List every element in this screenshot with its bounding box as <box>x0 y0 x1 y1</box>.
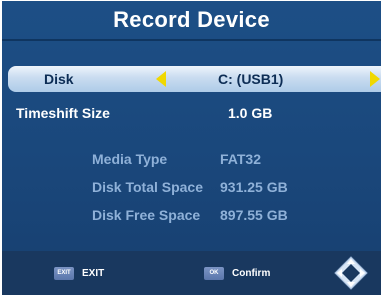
disk-free-space-value: 897.55 GB <box>220 207 288 223</box>
disk-label: Disk <box>44 71 74 87</box>
screen: Record Device Disk C: (USB1) Timeshift S… <box>0 0 383 299</box>
disk-row[interactable]: Disk C: (USB1) <box>8 66 381 92</box>
title-divider <box>2 39 381 41</box>
record-device-panel: Record Device Disk C: (USB1) Timeshift S… <box>2 1 381 295</box>
timeshift-value: 1.0 GB <box>228 105 273 121</box>
disk-total-space-value: 931.25 GB <box>220 179 288 195</box>
footer-bar: EXIT EXIT OK Confirm <box>2 251 381 295</box>
disk-total-space-label: Disk Total Space <box>92 179 204 195</box>
arrow-left-icon[interactable] <box>156 71 166 87</box>
timeshift-label: Timeshift Size <box>16 105 110 121</box>
media-type-row: Media Type FAT32 <box>2 149 381 171</box>
disk-total-space-row: Disk Total Space 931.25 GB <box>2 177 381 199</box>
exit-key-icon[interactable]: EXIT <box>54 267 74 280</box>
media-type-label: Media Type <box>92 151 168 167</box>
timeshift-row[interactable]: Timeshift Size 1.0 GB <box>2 101 381 125</box>
disk-value: C: (USB1) <box>218 71 284 87</box>
page-title: Record Device <box>113 7 270 32</box>
navigation-pad-icon <box>334 256 368 290</box>
exit-label: EXIT <box>82 268 105 279</box>
confirm-label: Confirm <box>232 268 271 279</box>
arrow-right-icon[interactable] <box>370 71 380 87</box>
disk-free-space-row: Disk Free Space 897.55 GB <box>2 205 381 227</box>
disk-free-space-label: Disk Free Space <box>92 207 201 223</box>
media-type-value: FAT32 <box>220 151 261 167</box>
ok-key-icon[interactable]: OK <box>204 267 224 280</box>
